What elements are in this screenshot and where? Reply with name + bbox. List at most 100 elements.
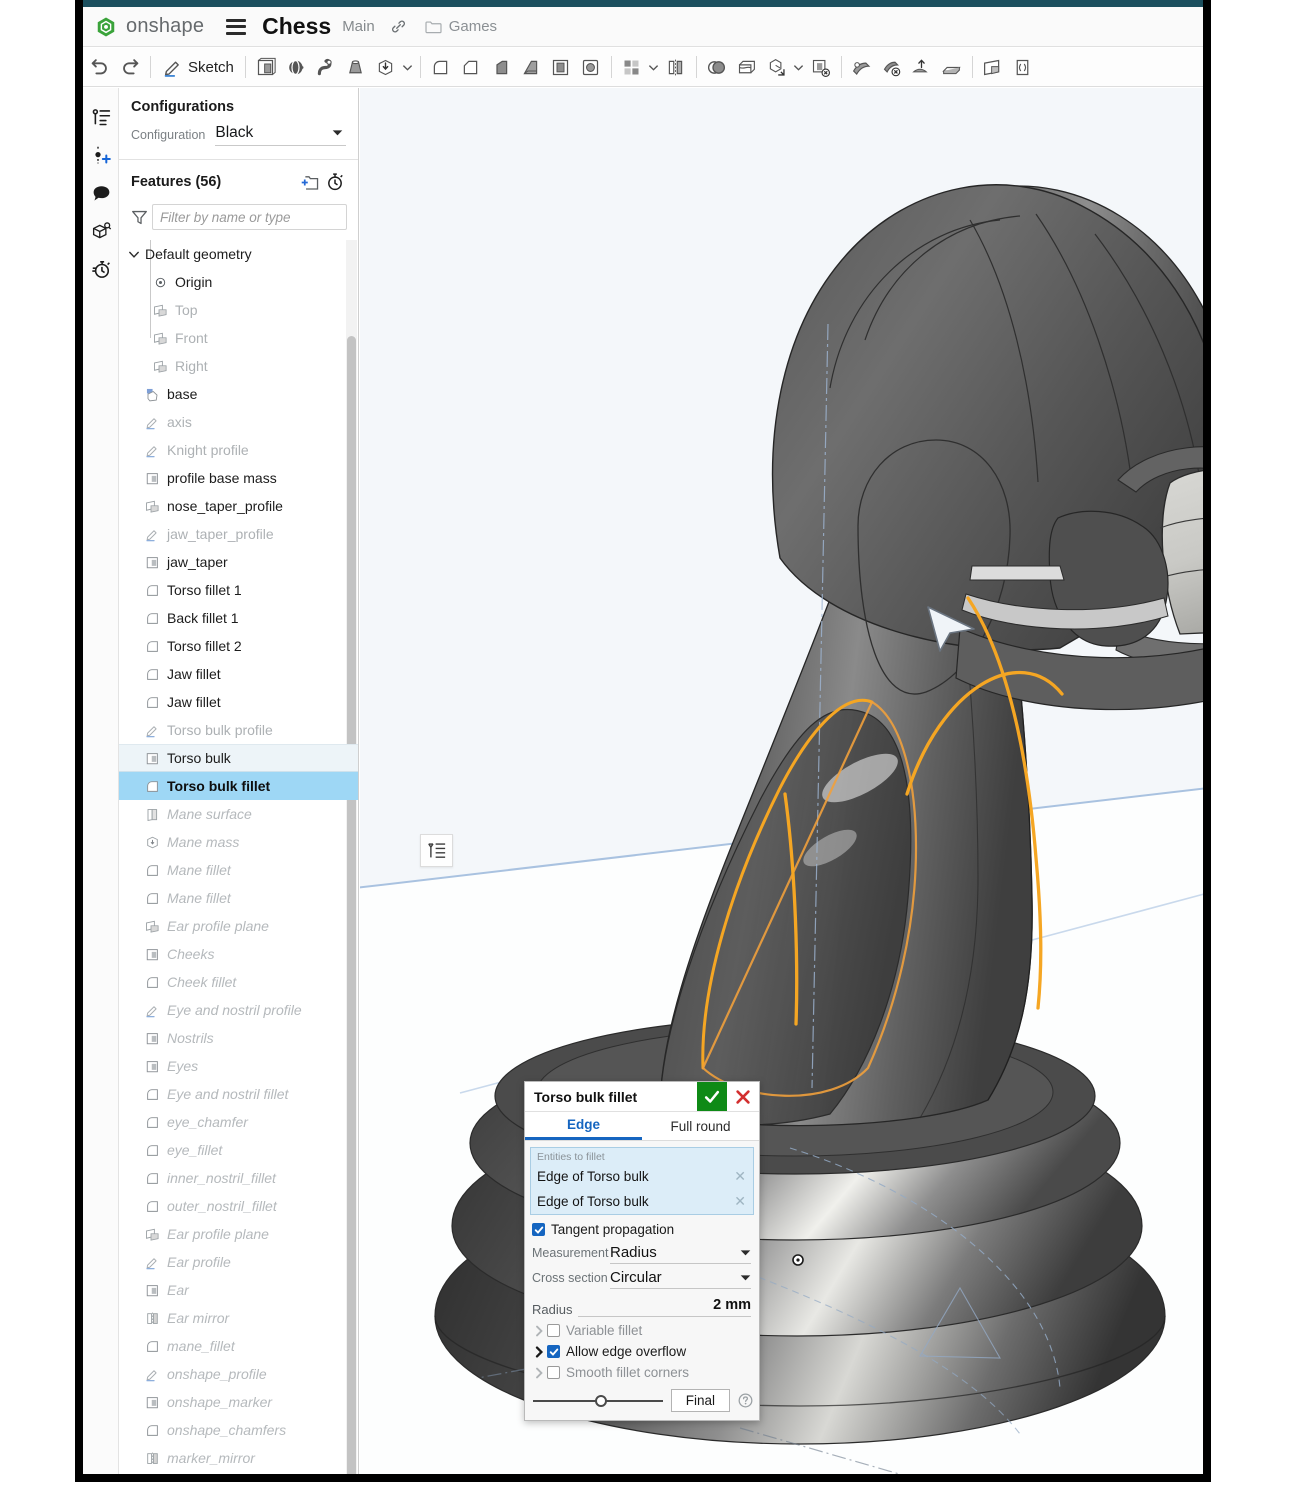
rib-icon[interactable]	[516, 52, 546, 82]
feature-tree-item[interactable]: Ear profile plane	[119, 912, 358, 940]
feature-tree-item[interactable]: onshape_profile	[119, 1360, 358, 1388]
feature-tree-item[interactable]: profile base mass	[119, 464, 358, 492]
feature-tree-item[interactable]: Mane mass	[119, 828, 358, 856]
feature-tree-item[interactable]: Nostrils	[119, 1024, 358, 1052]
move-face-icon[interactable]	[847, 52, 877, 82]
feature-tree-item[interactable]: Mane fillet	[119, 884, 358, 912]
smooth-fillet-corners-row[interactable]: Smooth fillet corners	[525, 1359, 759, 1380]
sketch-button[interactable]: Sketch	[156, 57, 240, 78]
draft-icon[interactable]	[486, 52, 516, 82]
feature-tree-item[interactable]: onshape_marker	[119, 1388, 358, 1416]
variable-fillet-row[interactable]: Variable fillet	[525, 1317, 759, 1338]
feature-tree-item[interactable]: Torso fillet 1	[119, 576, 358, 604]
feature-tree-item[interactable]: jaw_taper_profile	[119, 520, 358, 548]
feature-tree-item[interactable]: Right	[119, 352, 358, 380]
entity-row[interactable]: Edge of Torso bulk ✕	[531, 1189, 753, 1214]
feature-tree-item[interactable]: Ear mirror	[119, 1304, 358, 1332]
feature-tree-item[interactable]: Torso bulk profile	[119, 716, 358, 744]
feature-tree-item[interactable]: eye_chamfer	[119, 1108, 358, 1136]
redo-icon[interactable]	[115, 52, 145, 82]
feature-tree-item[interactable]: Ear profile	[119, 1248, 358, 1276]
boolean-icon[interactable]	[702, 52, 732, 82]
final-button[interactable]: Final	[670, 1389, 730, 1412]
feature-tree-item[interactable]: Knight profile	[119, 436, 358, 464]
split-icon[interactable]	[732, 52, 762, 82]
comments-icon[interactable]	[83, 174, 119, 212]
thicken-icon[interactable]	[371, 52, 401, 82]
accept-button[interactable]	[697, 1082, 727, 1111]
plane-icon[interactable]	[978, 52, 1008, 82]
variable-icon[interactable]	[1008, 52, 1038, 82]
allow-edge-overflow-row[interactable]: Allow edge overflow	[525, 1338, 759, 1359]
tab-edge[interactable]: Edge	[525, 1112, 642, 1140]
mirror-icon[interactable]	[661, 52, 691, 82]
feature-tree-item[interactable]: Torso fillet 2	[119, 632, 358, 660]
measurement-dropdown[interactable]: Radius	[610, 1244, 751, 1264]
feature-tree[interactable]: Default geometry Origin Top Front Right base a…	[119, 240, 358, 1474]
smooth-fillet-corners-checkbox[interactable]	[547, 1366, 560, 1379]
rollback-history-icon[interactable]	[322, 170, 348, 194]
chevron-down-icon[interactable]	[127, 247, 141, 262]
enclose-icon[interactable]	[937, 52, 967, 82]
folder-breadcrumb[interactable]: Games	[425, 18, 497, 35]
revolve-icon[interactable]	[281, 52, 311, 82]
sweep-icon[interactable]	[311, 52, 341, 82]
remove-entity-icon[interactable]: ✕	[734, 1193, 748, 1210]
remove-entity-icon[interactable]: ✕	[734, 1168, 748, 1185]
feature-tree-item[interactable]: nose_taper_profile	[119, 492, 358, 520]
feature-tree-item[interactable]: marker_mirror	[119, 1444, 358, 1472]
feature-tree-item[interactable]: inner_nostril_fillet	[119, 1164, 358, 1192]
hole-icon[interactable]	[576, 52, 606, 82]
feature-tree-item[interactable]: Mane surface	[119, 800, 358, 828]
document-title[interactable]: Chess	[262, 13, 331, 40]
loft-icon[interactable]	[341, 52, 371, 82]
radius-input[interactable]: 2 mm	[578, 1296, 751, 1317]
feature-tree-item[interactable]: base	[119, 380, 358, 408]
fillet-icon[interactable]	[426, 52, 456, 82]
allow-edge-overflow-checkbox[interactable]	[547, 1345, 560, 1358]
chevron-down-icon[interactable]	[647, 62, 661, 73]
feature-tree-item[interactable]: Jaw fillet	[119, 660, 358, 688]
insert-icon[interactable]	[83, 136, 119, 174]
entities-to-fillet-box[interactable]: Entities to fillet Edge of Torso bulk ✕ …	[530, 1147, 754, 1215]
transform-icon[interactable]	[762, 52, 792, 82]
feature-tree-item[interactable]: Eye and nostril fillet	[119, 1080, 358, 1108]
feature-tree-item[interactable]: Top	[119, 296, 358, 324]
feature-tree-item[interactable]: Torso bulk fillet	[119, 772, 358, 800]
3d-viewport[interactable]	[360, 88, 1203, 1474]
cross-section-dropdown[interactable]: Circular	[610, 1269, 751, 1289]
chevron-right-icon[interactable]	[531, 1345, 547, 1358]
slider-knob[interactable]	[595, 1394, 608, 1407]
feature-tree-item[interactable]: Jaw fillet	[119, 688, 358, 716]
tangent-propagation-checkbox[interactable]	[532, 1223, 545, 1236]
entity-row[interactable]: Edge of Torso bulk ✕	[531, 1164, 753, 1189]
tangent-propagation-row[interactable]: Tangent propagation	[525, 1215, 759, 1239]
feature-tree-item[interactable]: Default geometry	[119, 240, 358, 268]
filter-input[interactable]	[152, 204, 347, 230]
feature-tree-item[interactable]: jaw_taper	[119, 548, 358, 576]
feature-tree-item[interactable]: onshape_chamfers	[119, 1416, 358, 1444]
pattern-icon[interactable]	[617, 52, 647, 82]
feature-tree-item[interactable]: Ear	[119, 1276, 358, 1304]
chevron-down-icon[interactable]	[792, 62, 806, 73]
offset-surface-icon[interactable]	[907, 52, 937, 82]
feature-tree-item[interactable]: outer_nostril_fillet	[119, 1192, 358, 1220]
feature-tree-item[interactable]: mane_fillet	[119, 1332, 358, 1360]
variable-fillet-checkbox[interactable]	[547, 1324, 560, 1337]
feature-tree-item[interactable]: Origin	[119, 268, 358, 296]
link-icon[interactable]	[390, 18, 407, 35]
branch-name[interactable]: Main	[342, 18, 375, 35]
history-icon[interactable]	[83, 250, 119, 288]
feature-tree-item[interactable]: Front	[119, 324, 358, 352]
feature-list-icon[interactable]	[83, 98, 119, 136]
filter-icon[interactable]	[131, 209, 148, 226]
shell-icon[interactable]	[546, 52, 576, 82]
feature-tree-item[interactable]: axis	[119, 408, 358, 436]
cancel-button[interactable]	[727, 1082, 759, 1111]
chevron-right-icon[interactable]	[531, 1367, 547, 1379]
feature-tree-item[interactable]: Mane fillet	[119, 856, 358, 884]
fillet-dialog[interactable]: Torso bulk fillet Edge Full round Entiti…	[524, 1081, 760, 1421]
extrude-icon[interactable]	[251, 52, 281, 82]
configuration-dropdown[interactable]: Black	[215, 124, 346, 146]
hamburger-icon[interactable]	[226, 18, 247, 35]
